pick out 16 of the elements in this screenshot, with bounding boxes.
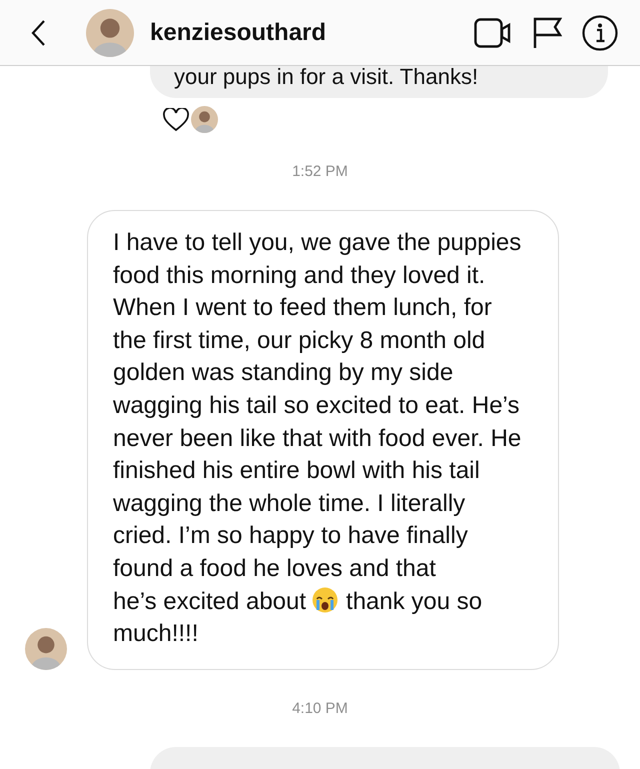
message-text: he’s excited about [113,586,306,617]
message-text: your pups in for a visit. Thanks! [174,64,480,90]
timestamp: 1:52 PM [292,163,348,180]
avatar-icon [86,8,134,56]
username[interactable]: kenziesouthard [150,18,454,46]
back-icon[interactable] [30,18,46,46]
video-camera-icon[interactable] [474,18,512,48]
message-text: much!!!! [113,619,198,650]
flag-icon[interactable] [532,16,562,48]
heart-icon[interactable] [163,108,189,132]
crying-face-icon [312,586,338,613]
timestamp: 4:10 PM [292,700,348,717]
avatar-icon [191,106,218,133]
message-text: thank you so [346,586,482,617]
avatar-icon [25,628,67,670]
info-icon[interactable] [582,14,618,50]
